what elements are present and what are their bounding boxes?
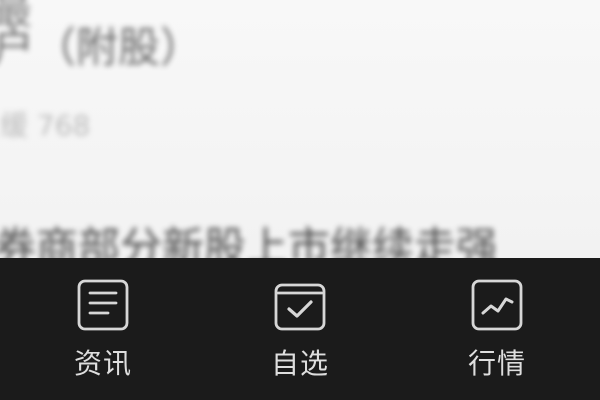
bottom-navigation-bar: 资讯 自选 行情 [0, 258, 600, 400]
nav-label-watchlist: 自选 [270, 347, 329, 380]
nav-item-market[interactable]: 行情 [442, 278, 552, 380]
article-meta: 缓 768 [0, 109, 91, 142]
nav-item-watchlist[interactable]: 自选 [245, 278, 355, 380]
article-body-text: 券商部分新股上市继续走强 [0, 223, 499, 258]
nav-item-news[interactable]: 资讯 [48, 278, 158, 380]
nav-label-market: 行情 [467, 347, 526, 380]
nav-label-news: 资讯 [73, 347, 132, 380]
article-preview: 最 户（附股） 缓 768 券商部分新股上市继续走强 [0, 0, 600, 258]
market-trend-icon [471, 279, 523, 331]
article-title: 户（附股） [0, 23, 203, 72]
checkbox-icon [274, 283, 326, 331]
news-icon [77, 279, 129, 331]
app-screen: 最 户（附股） 缓 768 券商部分新股上市继续走强 资讯 自选 行情 [0, 0, 600, 400]
